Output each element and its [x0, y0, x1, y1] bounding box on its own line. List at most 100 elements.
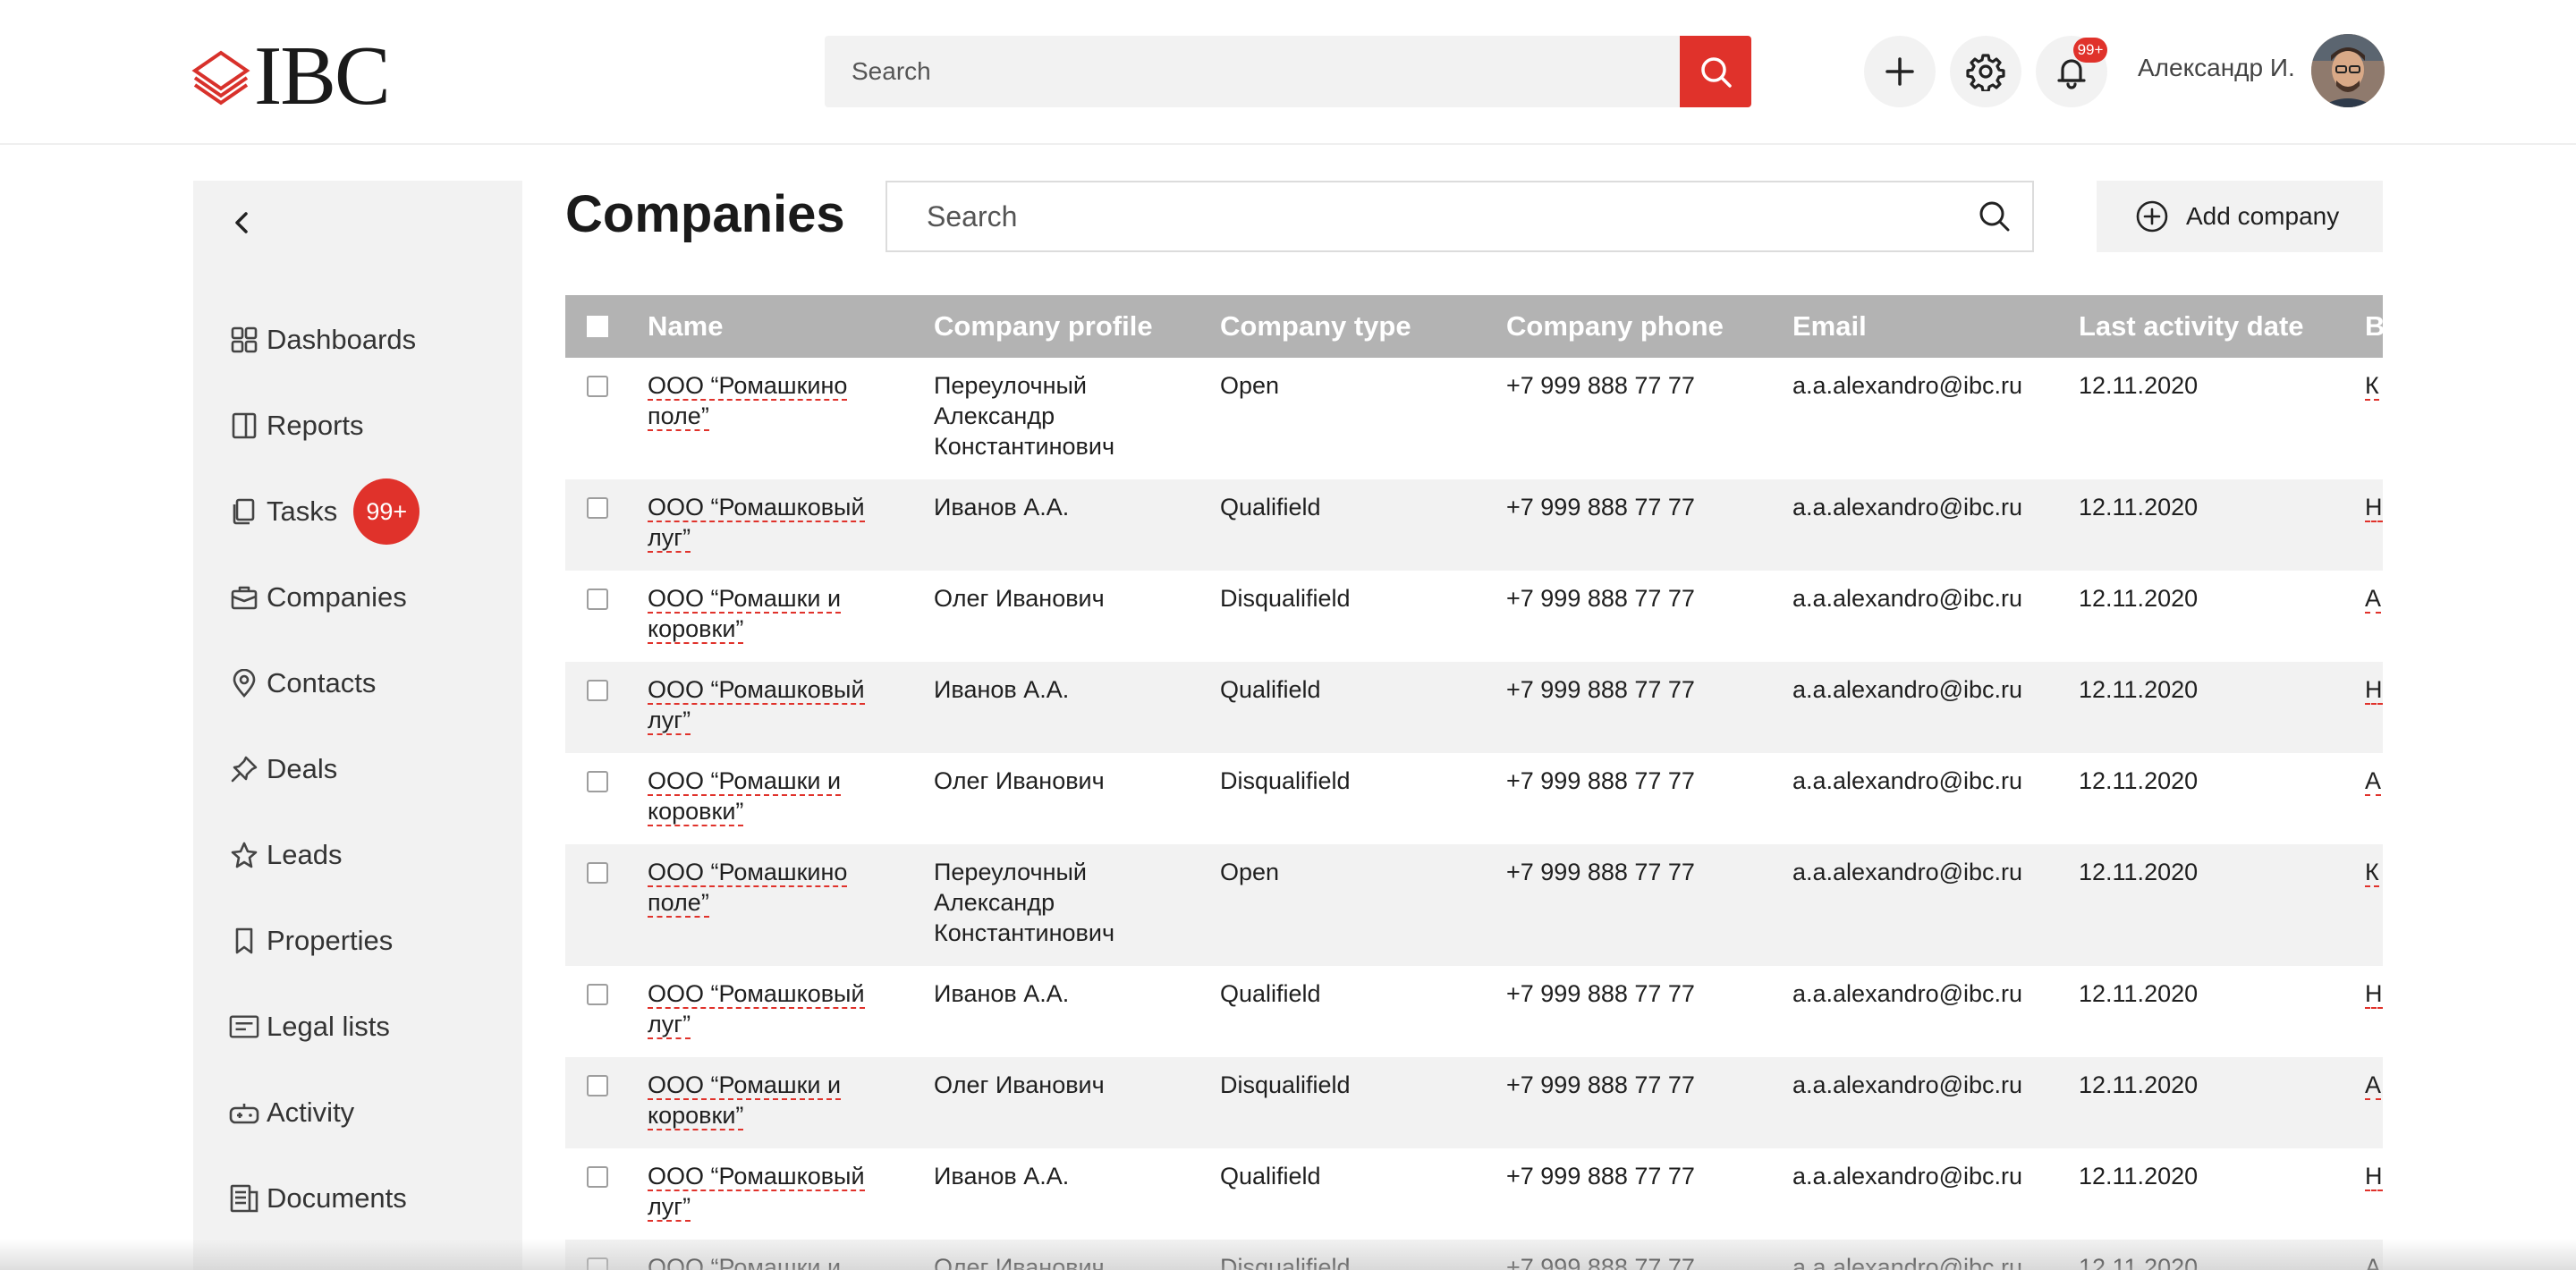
- cell-last-activity: 12.11.2020: [2079, 372, 2199, 399]
- sidebar-item-label: Tasks: [267, 495, 338, 527]
- cell-type: Disqualifield: [1220, 1057, 1506, 1148]
- sidebar-item-label: Legal lists: [267, 1011, 390, 1042]
- collapse-sidebar-button[interactable]: [220, 200, 265, 245]
- sidebar-item-properties[interactable]: Properties: [229, 916, 393, 966]
- logo[interactable]: IBC: [190, 30, 391, 123]
- row-checkbox-cell: [565, 358, 648, 479]
- column-header-last-activity[interactable]: Last activity date: [2079, 295, 2365, 358]
- global-search-button[interactable]: [1680, 36, 1751, 107]
- row-checkbox-cell: [565, 479, 648, 571]
- sidebar-item-label: Dashboards: [267, 324, 417, 355]
- cell-phone: +7 999 888 77 77: [1506, 767, 1695, 794]
- tasks-count-badge: 99+: [353, 478, 420, 545]
- global-search-input[interactable]: [825, 36, 1680, 107]
- cell-name: ООО “Ромашкино поле”: [648, 358, 934, 479]
- sidebar-item-reports[interactable]: Reports: [229, 401, 364, 451]
- table-row[interactable]: ООО “Ромашкино поле” Переулочный Александ…: [565, 844, 2383, 966]
- row-checkbox[interactable]: [587, 376, 608, 397]
- sidebar-item-deals[interactable]: Deals: [229, 744, 337, 794]
- table-row[interactable]: ООО “Ромашковый луг” Иванов А.А. Qualifiel…: [565, 479, 2383, 571]
- user-photo: [2311, 34, 2385, 107]
- table-row[interactable]: ООО “Ромашкино поле” Переулочный Александ…: [565, 358, 2383, 479]
- cell-extra: А: [2365, 767, 2382, 796]
- column-header-phone[interactable]: Company phone: [1506, 295, 1792, 358]
- user-name[interactable]: Александр И.: [2138, 54, 2295, 82]
- logo-mark-icon: [191, 50, 250, 106]
- cell-email: a.a.alexandro@ibc.ru: [1792, 980, 2023, 1007]
- row-checkbox[interactable]: [587, 862, 608, 884]
- cell-last-activity: 12.11.2020: [2079, 980, 2199, 1007]
- column-header-name[interactable]: Name: [648, 295, 934, 358]
- column-header-email[interactable]: Email: [1792, 295, 2079, 358]
- cell-type: Disqualifield: [1220, 585, 1351, 612]
- search-icon[interactable]: [1977, 199, 2012, 234]
- table-row[interactable]: ООО “Ромашки и коровки”Олег ИвановичDisq…: [565, 571, 2383, 662]
- row-checkbox-cell: [565, 844, 648, 966]
- sidebar-item-leads[interactable]: Leads: [229, 830, 342, 880]
- row-checkbox[interactable]: [587, 771, 608, 792]
- row-checkbox[interactable]: [587, 497, 608, 519]
- cell-type: Qualifield: [1220, 479, 1506, 571]
- table-header-row: Name Company profile Company type Compan…: [565, 295, 2383, 358]
- select-all-checkbox[interactable]: [587, 316, 608, 337]
- companies-table: Name Company profile Company type Compan…: [565, 295, 2383, 1270]
- column-header-type[interactable]: Company type: [1220, 295, 1506, 358]
- company-name-link[interactable]: ООО “Ромашки и коровки”: [648, 766, 880, 826]
- cell-last-activity: 12.11.2020: [2079, 585, 2199, 612]
- table-row[interactable]: ООО “Ромашковый луг” Иванов А.А. Qualifiel…: [565, 1148, 2383, 1240]
- cell-name: ООО “Ромашковый луг”: [648, 1148, 934, 1240]
- cell-profile: Олег Иванович: [934, 1057, 1220, 1148]
- sidebar: Dashboards Reports Tasks 99+ Companies C…: [193, 181, 522, 1270]
- add-company-button[interactable]: Add company: [2097, 181, 2383, 252]
- company-name-link[interactable]: ООО “Ромашковый луг”: [648, 978, 880, 1039]
- cell-type: Qualifield: [1220, 1163, 1321, 1190]
- company-name-link[interactable]: ООО “Ромашкино поле”: [648, 370, 880, 431]
- company-name-link[interactable]: ООО “Ромашкино поле”: [648, 857, 880, 918]
- table-row[interactable]: ООО “Ромашковый луг” Иванов А.А. Qualifiel…: [565, 966, 2383, 1057]
- company-name-link[interactable]: ООО “Ромашковый луг”: [648, 1161, 880, 1222]
- table-row[interactable]: ООО “Ромашковый луг” Иванов А.А. Qualifiel…: [565, 662, 2383, 753]
- companies-search-input[interactable]: [887, 182, 1961, 250]
- notifications-button[interactable]: 99+: [2036, 36, 2107, 107]
- sidebar-item-legal-lists[interactable]: Legal lists: [229, 1002, 390, 1052]
- table-row[interactable]: ООО “Ромашки и коровки”Олег ИвановичDisq…: [565, 753, 2383, 844]
- cell-profile: Иванов А.А.: [934, 662, 1220, 753]
- companies-search: [886, 181, 2034, 252]
- company-name-link[interactable]: ООО “Ромашки и коровки”: [648, 583, 880, 644]
- row-checkbox-cell: [565, 571, 648, 662]
- avatar[interactable]: [2311, 34, 2385, 107]
- cell-profile: Иванов А.А.: [934, 1163, 1070, 1190]
- sidebar-item-dashboards[interactable]: Dashboards: [229, 315, 416, 365]
- table-row[interactable]: ООО “Ромашки и коровки” Олег ИвановичDisq…: [565, 1057, 2383, 1148]
- sidebar-item-companies[interactable]: Companies: [229, 572, 407, 622]
- company-name-link[interactable]: ООО “Ромашковый луг”: [648, 492, 880, 553]
- cell-last-activity: 12.11.2020: [2079, 479, 2365, 571]
- sidebar-item-label: Properties: [267, 925, 394, 956]
- row-checkbox[interactable]: [587, 1075, 608, 1096]
- sidebar-item-activity[interactable]: Activity: [229, 1088, 354, 1138]
- logo-text: IBC: [254, 30, 391, 123]
- cell-type: Disqualifield: [1220, 767, 1351, 794]
- cell-last-activity: 12.11.2020: [2079, 767, 2199, 794]
- cell-name: ООО “Ромашки и коровки”: [648, 753, 934, 844]
- row-checkbox[interactable]: [587, 680, 608, 701]
- column-header-profile[interactable]: Company profile: [934, 295, 1220, 358]
- company-name-link[interactable]: ООО “Ромашковый луг”: [648, 674, 880, 735]
- sidebar-item-contacts[interactable]: Contacts: [229, 658, 376, 708]
- row-checkbox[interactable]: [587, 984, 608, 1005]
- cell-email: a.a.alexandro@ibc.ru: [1792, 372, 2023, 399]
- settings-button[interactable]: [1950, 36, 2021, 107]
- cell-phone: +7 999 888 77 77: [1506, 844, 1792, 966]
- sidebar-item-tasks[interactable]: Tasks 99+: [229, 476, 420, 547]
- cell-extra: К: [2365, 844, 2383, 966]
- sidebar-item-documents[interactable]: Documents: [229, 1173, 407, 1223]
- row-checkbox[interactable]: [587, 1166, 608, 1188]
- column-header-extra[interactable]: B: [2365, 295, 2383, 358]
- sidebar-item-label: Deals: [267, 753, 338, 784]
- add-button[interactable]: [1864, 36, 1936, 107]
- row-checkbox[interactable]: [587, 588, 608, 610]
- cell-profile: Иванов А.А.: [934, 479, 1220, 571]
- cell-type: Qualifield: [1220, 980, 1321, 1007]
- sidebar-item-label: Companies: [267, 581, 407, 613]
- company-name-link[interactable]: ООО “Ромашки и коровки”: [648, 1070, 880, 1130]
